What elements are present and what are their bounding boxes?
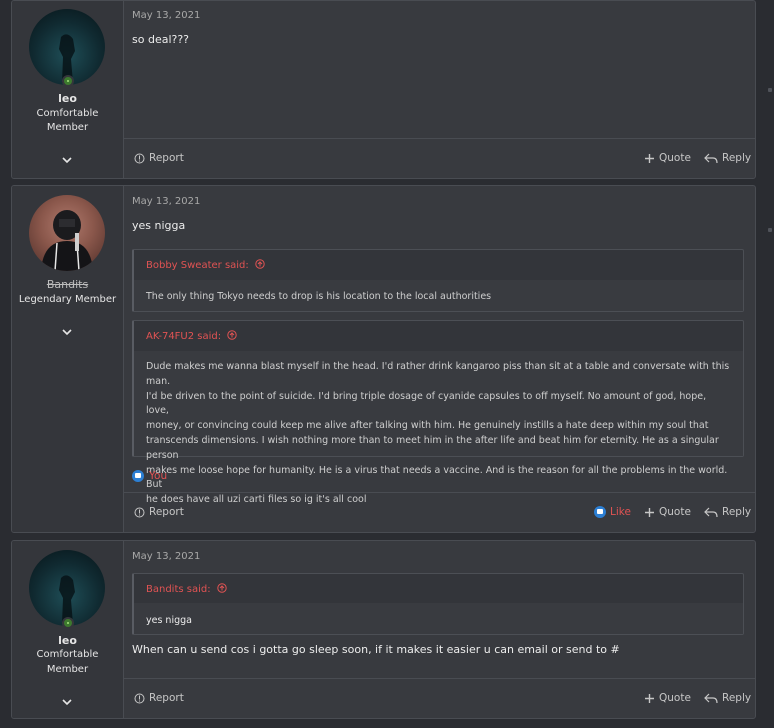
user-title-line1: Comfortable	[36, 108, 99, 119]
post-footer: Report Quote Reply	[124, 678, 755, 718]
quote-button[interactable]: Quote	[644, 506, 691, 518]
post-message: yes nigga	[132, 219, 186, 232]
reply-icon	[704, 153, 718, 163]
username[interactable]: Bandits	[12, 278, 123, 291]
post-main: May 13, 2021 Bandits said: yes nigga Whe…	[124, 541, 755, 718]
quote-line: Dude makes me wanna blast myself in the …	[146, 361, 730, 387]
chevron-down-icon[interactable]	[61, 326, 73, 338]
reply-label: Reply	[722, 506, 752, 518]
reply-icon	[704, 693, 718, 703]
info-icon	[134, 693, 145, 703]
post: leo Comfortable Member May 13, 2021 Band…	[11, 540, 756, 719]
post-message: When can u send cos i gotta go sleep soo…	[132, 643, 620, 656]
username[interactable]: leo	[12, 92, 123, 105]
post-footer: Report Like Quote Reply	[124, 492, 755, 532]
user-info: leo Comfortable Member	[12, 541, 124, 718]
quote-author-label: Bandits said:	[146, 584, 211, 595]
quote-block: Bandits said: yes nigga	[132, 573, 744, 635]
thumbs-up-icon	[594, 506, 606, 518]
quote-text: yes nigga	[146, 615, 192, 626]
quote-author-label: Bobby Sweater said:	[146, 260, 249, 271]
report-label: Report	[149, 692, 184, 704]
chevron-down-icon[interactable]	[61, 696, 73, 708]
quote-author[interactable]: Bobby Sweater said:	[146, 259, 265, 271]
scrollbar-marker[interactable]	[768, 88, 772, 92]
info-icon	[134, 507, 145, 517]
user-title-line1: Comfortable	[36, 649, 99, 660]
user-info: leo Comfortable Member	[12, 1, 124, 178]
post-main: May 13, 2021 so deal??? Report Quote Rep…	[124, 1, 755, 178]
quote-block: AK-74FU2 said: Dude makes me wanna blast…	[132, 320, 744, 505]
arrow-up-circle-icon[interactable]	[255, 259, 265, 271]
username[interactable]: leo	[12, 634, 123, 647]
like-reaction-icon	[132, 470, 144, 482]
quote-line: money, or convincing could keep me alive…	[146, 420, 709, 432]
quote-line: makes me loose hope for humanity. He is …	[146, 464, 728, 491]
report-button[interactable]: Report	[134, 152, 184, 164]
quote-label: Quote	[659, 152, 691, 164]
online-status-icon	[62, 75, 74, 87]
quote-author[interactable]: Bandits said:	[146, 583, 227, 595]
scrollbar-marker[interactable]	[768, 228, 772, 232]
avatar[interactable]	[29, 9, 105, 85]
online-status-icon	[62, 617, 74, 629]
user-info: Bandits Legendary Member	[12, 186, 124, 532]
like-button[interactable]: Like	[594, 506, 631, 518]
post-main: May 13, 2021 yes nigga Bobby Sweater sai…	[124, 186, 755, 532]
chevron-down-icon[interactable]	[61, 154, 73, 166]
quote-line: transcends dimensions. I wish nothing mo…	[146, 434, 719, 461]
reply-label: Reply	[722, 152, 752, 164]
quote-block: Bobby Sweater said: The only thing Tokyo…	[132, 249, 744, 312]
report-button[interactable]: Report	[134, 506, 184, 518]
post-date[interactable]: May 13, 2021	[132, 10, 200, 21]
post: leo Comfortable Member May 13, 2021 so d…	[11, 0, 756, 179]
plus-icon	[645, 153, 654, 163]
reply-icon	[704, 507, 718, 517]
user-title: Legendary Member	[18, 294, 117, 305]
post-footer: Report Quote Reply	[124, 138, 755, 178]
quote-button[interactable]: Quote	[644, 692, 691, 704]
quote-button[interactable]: Quote	[644, 152, 691, 164]
post-date[interactable]: May 13, 2021	[132, 196, 200, 207]
reply-button[interactable]: Reply	[704, 152, 751, 164]
quote-label: Quote	[659, 692, 691, 704]
post-message: so deal???	[132, 33, 190, 46]
info-icon	[134, 153, 145, 163]
report-button[interactable]: Report	[134, 692, 184, 704]
arrow-up-circle-icon[interactable]	[227, 330, 237, 342]
reply-button[interactable]: Reply	[704, 506, 751, 518]
avatar[interactable]	[29, 550, 105, 626]
quote-author-label: AK-74FU2 said:	[146, 331, 222, 342]
reaction-users[interactable]: You	[149, 470, 167, 482]
arrow-up-circle-icon[interactable]	[216, 583, 227, 595]
reactions-bar[interactable]: You	[132, 470, 167, 482]
quote-label: Quote	[659, 506, 691, 518]
like-label: Like	[610, 506, 631, 518]
quote-line: I'd be driven to the point of suicide. I…	[146, 390, 707, 417]
post-date[interactable]: May 13, 2021	[132, 551, 200, 562]
quote-author[interactable]: AK-74FU2 said:	[146, 330, 237, 342]
avatar[interactable]	[29, 195, 105, 271]
quote-text: Dude makes me wanna blast myself in the …	[146, 360, 731, 508]
report-label: Report	[149, 152, 184, 164]
plus-icon	[645, 693, 654, 703]
quote-text: The only thing Tokyo needs to drop is hi…	[146, 291, 492, 302]
user-title-line2: Member	[46, 664, 89, 675]
reply-label: Reply	[722, 692, 752, 704]
report-label: Report	[149, 506, 184, 518]
reply-button[interactable]: Reply	[704, 692, 751, 704]
post: Bandits Legendary Member May 13, 2021 ye…	[11, 185, 756, 533]
user-title-line2: Member	[46, 122, 89, 133]
plus-icon	[645, 507, 654, 517]
